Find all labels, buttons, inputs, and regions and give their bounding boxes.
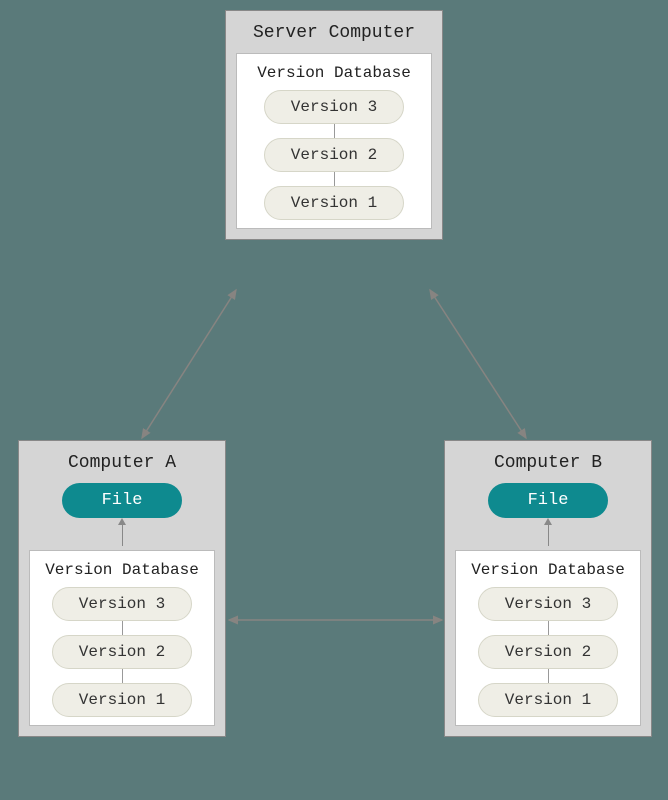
server-vdb-title: Version Database [245, 64, 423, 82]
version-pill: Version 2 [52, 635, 192, 669]
file-arrow-icon [122, 524, 123, 546]
computer-a-vdb-title: Version Database [38, 561, 206, 579]
server-title: Server Computer [236, 23, 432, 43]
diagram-canvas: { "server": { "title": "Server Computer"… [0, 0, 668, 800]
version-pill: Version 1 [478, 683, 618, 717]
file-pill: File [488, 483, 608, 518]
version-connector [334, 124, 335, 138]
computer-b-vdb-title: Version Database [464, 561, 632, 579]
computer-b-version-database: Version Database Version 3 Version 2 Ver… [455, 550, 641, 726]
version-connector [548, 669, 549, 683]
server-version-database: Version Database Version 3 Version 2 Ver… [236, 53, 432, 229]
computer-b-box: Computer B File Version Database Version… [444, 440, 652, 737]
version-pill: Version 1 [52, 683, 192, 717]
computer-a-box: Computer A File Version Database Version… [18, 440, 226, 737]
version-connector [122, 621, 123, 635]
version-pill: Version 3 [478, 587, 618, 621]
server-computer-box: Server Computer Version Database Version… [225, 10, 443, 240]
computer-a-title: Computer A [29, 453, 215, 473]
file-pill: File [62, 483, 182, 518]
version-connector [122, 669, 123, 683]
version-connector [334, 172, 335, 186]
version-pill: Version 1 [264, 186, 404, 220]
version-pill: Version 2 [264, 138, 404, 172]
computer-a-version-database: Version Database Version 3 Version 2 Ver… [29, 550, 215, 726]
version-pill: Version 2 [478, 635, 618, 669]
computer-b-title: Computer B [455, 453, 641, 473]
file-arrow-icon [548, 524, 549, 546]
version-pill: Version 3 [52, 587, 192, 621]
version-pill: Version 3 [264, 90, 404, 124]
version-connector [548, 621, 549, 635]
